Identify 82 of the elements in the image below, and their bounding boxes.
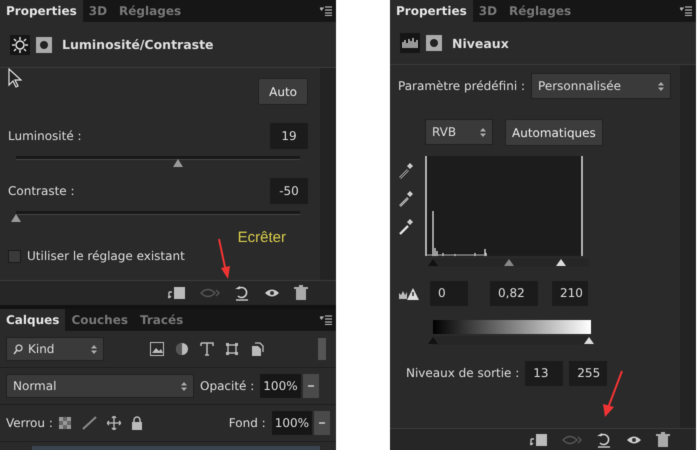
panel-tab[interactable]: Tracés xyxy=(134,309,190,331)
output-levels-label: Niveaux de sortie : xyxy=(406,366,520,381)
input-level-field[interactable]: 210 xyxy=(552,281,588,306)
toggle-view-icon[interactable] xyxy=(200,286,220,300)
text-tool-icon[interactable] xyxy=(200,342,214,356)
scrollbar[interactable] xyxy=(320,68,336,280)
eyedropper-icon[interactable] xyxy=(398,218,414,236)
level-slider-thumb[interactable] xyxy=(428,337,438,344)
level-slider-thumb[interactable] xyxy=(504,259,514,266)
panel-tab[interactable]: Calques xyxy=(0,309,66,331)
warning-icon xyxy=(398,286,420,300)
pointer-arrow xyxy=(600,370,624,418)
mask-icon xyxy=(426,35,442,51)
panel-tab[interactable]: 3D xyxy=(472,0,504,22)
slider-thumb[interactable] xyxy=(11,214,21,222)
eyedropper-icon[interactable] xyxy=(398,190,414,208)
brush-icon[interactable] xyxy=(80,416,97,430)
fill-label: Fond : xyxy=(228,416,266,430)
output-level-field[interactable]: 255 xyxy=(569,361,608,386)
clip-layer-icon[interactable] xyxy=(168,286,186,300)
input-level-field[interactable]: 0,82 xyxy=(490,281,538,306)
panel-menu-icon[interactable] xyxy=(320,315,332,325)
mask-icon xyxy=(36,36,52,52)
reset-icon[interactable] xyxy=(596,432,612,448)
stepper-icon xyxy=(91,344,97,354)
value-field[interactable]: -50 xyxy=(270,178,308,204)
scrollbar[interactable] xyxy=(680,65,696,428)
fill-field[interactable]: 100% xyxy=(272,411,312,435)
histogram-icon xyxy=(400,33,420,53)
eyedropper-icon[interactable] xyxy=(398,162,414,180)
panel-menu-icon[interactable] xyxy=(320,6,332,16)
panel-tab[interactable]: Couches xyxy=(65,309,134,331)
annotation-text: Ecrêter xyxy=(238,229,286,247)
lock-label: Verrou : xyxy=(6,416,53,430)
smart-object-icon[interactable] xyxy=(250,342,264,356)
eye-icon[interactable] xyxy=(264,287,280,299)
search-icon xyxy=(13,344,23,354)
checkbox[interactable] xyxy=(8,250,21,263)
level-slider-thumb[interactable] xyxy=(428,259,438,266)
dropdown-icon[interactable] xyxy=(302,374,319,398)
opacity-label: Opacité : xyxy=(200,378,254,394)
opacity-field[interactable]: 100% xyxy=(260,374,301,398)
trash-icon[interactable] xyxy=(656,432,670,448)
panel-tab[interactable]: 3D xyxy=(82,0,114,22)
stepper-icon xyxy=(658,82,664,90)
value-field[interactable]: 19 xyxy=(270,123,308,149)
panel-tab[interactable]: Properties xyxy=(0,0,83,22)
mouse-cursor-icon xyxy=(8,68,22,88)
image-icon[interactable] xyxy=(150,342,164,356)
dropdown-icon[interactable] xyxy=(314,411,330,435)
slider-label: Luminosité : xyxy=(8,128,82,144)
preset-label: Paramètre prédéfini : xyxy=(398,78,526,94)
move-icon[interactable] xyxy=(106,416,121,430)
checkbox-label: Utiliser le réglage existant xyxy=(27,249,185,264)
auto-button[interactable]: Automatiques xyxy=(505,119,603,146)
slider-label: Contraste : xyxy=(8,184,75,198)
adjustment-title: Luminosité/Contraste xyxy=(62,37,214,52)
trash-icon[interactable] xyxy=(294,285,308,301)
reset-icon[interactable] xyxy=(234,285,250,301)
lock-icon[interactable] xyxy=(130,416,143,430)
sun-icon xyxy=(10,34,30,54)
filter-dropdown[interactable]: Kind xyxy=(6,337,104,361)
output-level-field[interactable]: 13 xyxy=(525,361,564,386)
panel-menu-icon[interactable] xyxy=(680,6,692,16)
auto-button[interactable]: Auto xyxy=(258,78,308,105)
panel-tab[interactable]: Réglages xyxy=(113,0,188,22)
half-circle-icon[interactable] xyxy=(175,342,189,356)
slider-thumb[interactable] xyxy=(172,159,183,167)
preset-dropdown[interactable]: Personnalisée xyxy=(531,73,672,99)
input-level-field[interactable]: 0 xyxy=(430,281,468,306)
blend-mode-dropdown[interactable]: Normal xyxy=(6,374,194,398)
checker-icon[interactable] xyxy=(58,417,71,429)
stepper-icon xyxy=(181,382,187,390)
panel-tab[interactable]: Réglages xyxy=(503,0,578,22)
stepper-icon xyxy=(480,128,486,136)
adjustment-title: Niveaux xyxy=(452,36,509,50)
panel-tab[interactable]: Properties xyxy=(390,0,473,22)
channel-dropdown[interactable]: RVB xyxy=(425,119,493,145)
eye-icon[interactable] xyxy=(626,434,642,446)
clip-layer-icon[interactable] xyxy=(530,432,548,446)
transform-icon[interactable] xyxy=(225,342,239,356)
pointer-arrow xyxy=(216,238,232,280)
